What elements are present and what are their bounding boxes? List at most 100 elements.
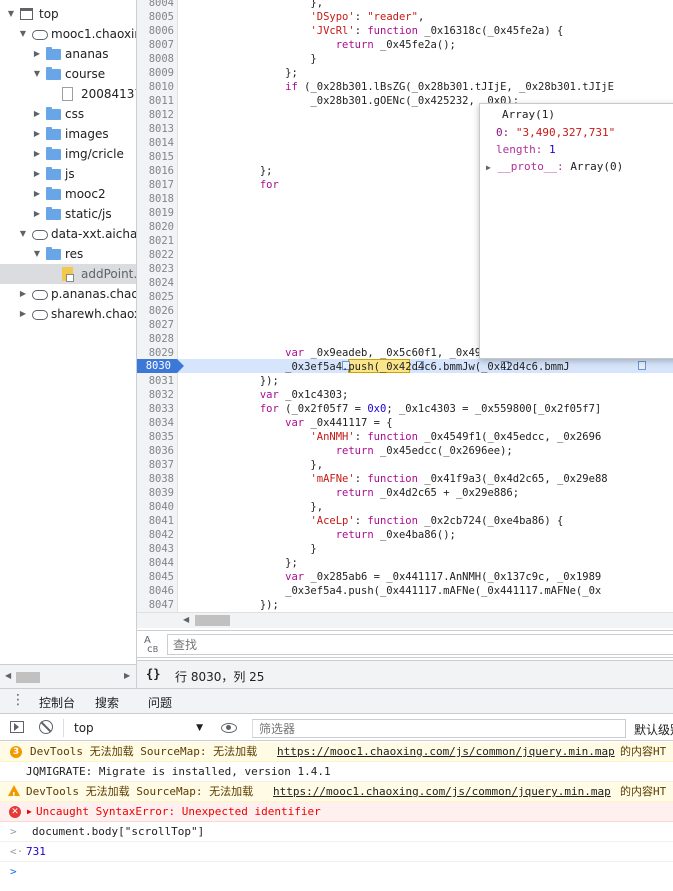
collapsed-arrow-icon[interactable]: ▶ — [18, 304, 28, 324]
collapsed-arrow-icon[interactable]: ▶ — [18, 284, 28, 304]
line-number[interactable]: 8014 — [137, 136, 177, 150]
line-number[interactable]: 8015 — [137, 150, 177, 164]
expanded-arrow-icon[interactable]: ▼ — [32, 244, 42, 264]
line-number[interactable]: 8011 — [137, 94, 177, 108]
tree-item[interactable]: ▶ sharewh.chaoxin — [0, 304, 136, 324]
tree-item[interactable]: ▶ images — [0, 124, 136, 144]
tree-item[interactable]: ▶ mooc2 — [0, 184, 136, 204]
code-line[interactable]: }; — [184, 164, 273, 178]
line-number[interactable]: 8005 — [137, 10, 177, 24]
code-line[interactable]: } — [184, 52, 316, 66]
console-error-message[interactable]: ✕ ▶ Uncaught SyntaxError: Unexpected ide… — [0, 802, 673, 822]
line-number[interactable]: 8023 — [137, 262, 177, 276]
line-number[interactable]: 8019 — [137, 206, 177, 220]
scrollbar-thumb[interactable] — [195, 615, 230, 626]
line-number[interactable]: 8024 — [137, 276, 177, 290]
console-input-echo[interactable]: > document.body["scrollTop"] — [0, 822, 673, 842]
code-line[interactable]: _0x28b301.gOENc(_0x425232, _0x0); — [184, 94, 519, 108]
line-number[interactable]: 8041 — [137, 514, 177, 528]
more-tabs-icon[interactable]: ⋮ — [11, 692, 25, 708]
line-number[interactable]: 8029 — [137, 346, 177, 360]
code-line[interactable]: }); — [184, 598, 279, 612]
line-number[interactable]: 8007 — [137, 38, 177, 52]
line-number[interactable]: 8017 — [137, 178, 177, 192]
line-number[interactable]: 8012 — [137, 108, 177, 122]
code-line[interactable]: _0x3ef5a4.push(_0x42d4c6.bmmJw(_0x42d4c6… — [184, 360, 569, 374]
clear-console-icon[interactable] — [39, 720, 53, 734]
expand-triangle-icon[interactable]: ▶ — [27, 802, 32, 821]
line-number[interactable]: 8035 — [137, 430, 177, 444]
line-number[interactable]: 8006 — [137, 24, 177, 38]
line-number[interactable]: 8042 — [137, 528, 177, 542]
line-number[interactable]: 8038 — [137, 472, 177, 486]
breakpoint-marker[interactable]: 8030 — [137, 359, 184, 373]
scroll-left-icon[interactable]: ◀ — [183, 615, 189, 624]
variable-popover[interactable]: Array(1) 0: "3,490,327,731" length: 1 ▶ … — [479, 103, 673, 359]
tree-item[interactable]: ▼ res — [0, 244, 136, 264]
console-warning-message[interactable]: 3 DevTools 无法加载 SourceMap: 无法加载 https://… — [0, 742, 673, 762]
line-number[interactable]: 8036 — [137, 444, 177, 458]
tree-item[interactable]: ▼ mooc1.chaoxing — [0, 24, 136, 44]
line-number[interactable]: 8026 — [137, 304, 177, 318]
console-warning-message[interactable]: DevTools 无法加载 SourceMap: 无法加载 https://mo… — [0, 782, 673, 802]
console-prompt[interactable]: > — [0, 862, 673, 882]
code-line[interactable]: }, — [184, 458, 323, 472]
code-line[interactable]: 'DSypo': "reader", — [184, 10, 424, 24]
code-line[interactable]: }, — [184, 500, 323, 514]
line-number-gutter[interactable]: 8004 8005 8006 8007 8008 8009 8010 8011 8012 8013… — [137, 0, 178, 612]
code-line[interactable]: 'mAFNe': function _0x41f9a3(_0x4d2c65, _… — [184, 472, 607, 486]
find-input[interactable] — [167, 634, 673, 655]
code-line[interactable]: }, — [184, 0, 323, 10]
tree-item[interactable]: ▼ top — [0, 4, 136, 24]
line-number[interactable]: 8008 — [137, 52, 177, 66]
tab-search[interactable]: 搜索 — [95, 694, 119, 711]
line-number[interactable]: 8020 — [137, 220, 177, 234]
code-line[interactable]: _0x3ef5a4.push(_0x441117.mAFNe(_0x441117… — [184, 584, 601, 598]
show-sidebar-icon[interactable] — [10, 721, 24, 733]
console-filter-input[interactable] — [252, 719, 626, 738]
code-editor[interactable]: 8004 8005 8006 8007 8008 8009 8010 8011 8012 8013… — [137, 0, 673, 612]
console-info-message[interactable]: JQMIGRATE: Migrate is installed, version… — [0, 762, 673, 782]
pretty-print-button[interactable]: {} — [146, 667, 160, 681]
tree-item[interactable]: ▶ img/cricle — [0, 144, 136, 164]
code-line[interactable]: var _0x285ab6 = _0x441117.AnNMH(_0x137c9… — [184, 570, 601, 584]
popover-proto[interactable]: ▶ __proto__: Array(0) — [486, 160, 623, 173]
code-line[interactable]: 'AceLp': function _0x2cb724(_0xe4ba86) { — [184, 514, 563, 528]
line-number[interactable]: 8022 — [137, 248, 177, 262]
line-number[interactable]: 8031 — [137, 374, 177, 388]
collapsed-arrow-icon[interactable]: ▶ — [32, 184, 42, 204]
code-line[interactable]: }; — [184, 66, 298, 80]
tree-horizontal-scrollbar[interactable]: ◀ ▶ — [0, 664, 137, 688]
context-selector[interactable]: top ▼ — [63, 719, 209, 737]
line-number[interactable]: 8037 — [137, 458, 177, 472]
line-number[interactable]: 8016 — [137, 164, 177, 178]
line-number[interactable]: 8013 — [137, 122, 177, 136]
expanded-arrow-icon[interactable]: ▼ — [32, 64, 42, 84]
expand-triangle-icon[interactable]: ▶ — [486, 163, 491, 172]
line-number[interactable]: 8043 — [137, 542, 177, 556]
tab-console[interactable]: 控制台 — [39, 694, 76, 717]
line-number[interactable]: 8032 — [137, 388, 177, 402]
inline-breakpoint-icon[interactable] — [638, 361, 646, 370]
collapsed-arrow-icon[interactable]: ▶ — [32, 124, 42, 144]
collapsed-arrow-icon[interactable]: ▶ — [32, 44, 42, 64]
tab-issues[interactable]: 问题 — [148, 694, 172, 711]
tree-item[interactable]: ▼ course — [0, 64, 136, 84]
line-number[interactable]: 8045 — [137, 570, 177, 584]
line-number[interactable]: 8044 — [137, 556, 177, 570]
code-line[interactable]: var _0x441117 = { — [184, 416, 392, 430]
tree-item[interactable]: ▼ data-xxt.aichaox — [0, 224, 136, 244]
line-number[interactable]: 8047 — [137, 598, 177, 612]
code-line[interactable]: if (_0x28b301.lBsZG(_0x28b301.tJIjE, _0x… — [184, 80, 614, 94]
collapsed-arrow-icon[interactable]: ▶ — [32, 144, 42, 164]
sourcemap-link[interactable]: https://mooc1.chaoxing.com/js/common/jqu… — [277, 742, 615, 761]
line-number[interactable]: 8010 — [137, 80, 177, 94]
line-number[interactable]: 8033 — [137, 402, 177, 416]
collapsed-arrow-icon[interactable]: ▶ — [32, 204, 42, 224]
tree-item[interactable]: ▶ ananas — [0, 44, 136, 64]
expanded-arrow-icon[interactable]: ▼ — [18, 224, 28, 244]
popover-header[interactable]: Array(1) — [502, 108, 555, 121]
tree-item[interactable]: ▶ css — [0, 104, 136, 124]
line-number[interactable]: 8028 — [137, 332, 177, 346]
match-case-icon[interactable]: A cB — [144, 636, 158, 655]
